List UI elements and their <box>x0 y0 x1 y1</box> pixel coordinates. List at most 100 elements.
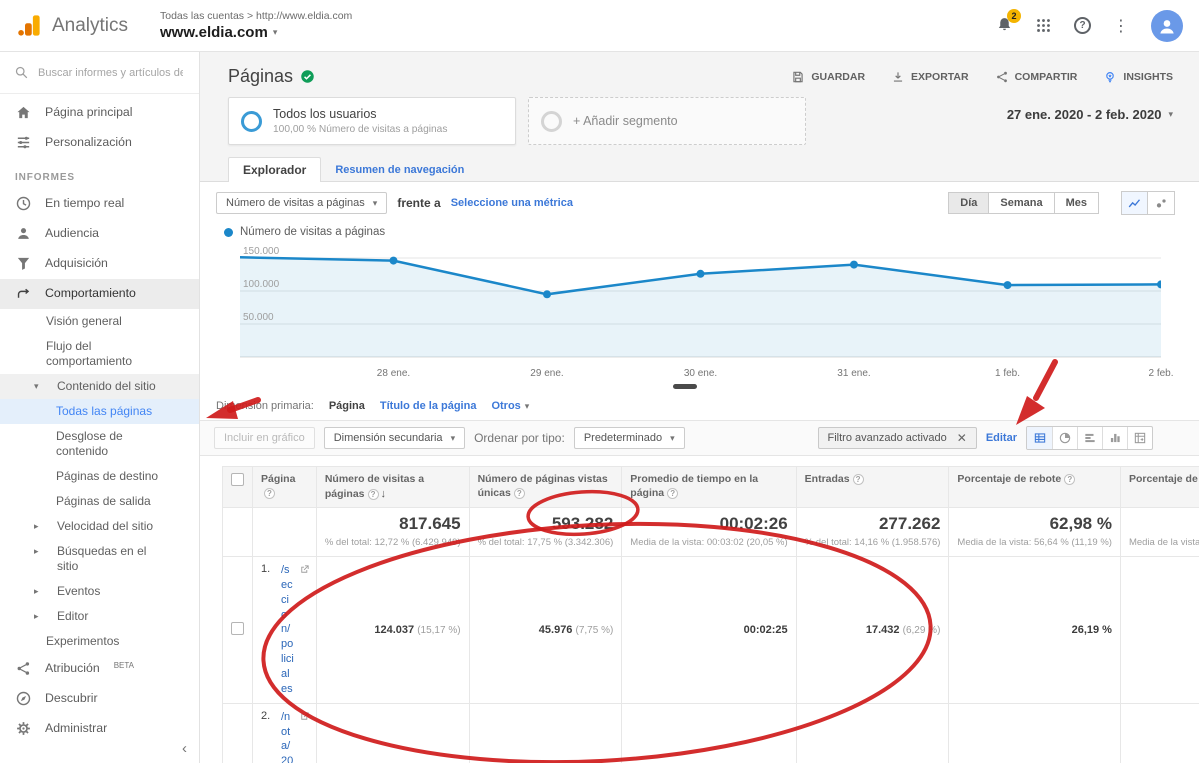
metric-cell: 00:02:36 <box>622 703 796 763</box>
external-link-icon[interactable] <box>299 711 310 725</box>
sidebar-item-flujo-del-comportamiento[interactable]: Flujo del comportamiento <box>0 334 199 374</box>
column-header-numero-de-paginas-vistas-unicas[interactable]: Número de páginas vistas únicas? <box>469 467 622 508</box>
sidebar-item-paginas-de-destino[interactable]: Páginas de destino <box>0 464 199 489</box>
help-icon[interactable]: ? <box>1064 474 1075 485</box>
sidebar-item-todas-las-paginas[interactable]: Todas las páginas <box>0 399 199 424</box>
tab-explorador[interactable]: Explorador <box>228 157 321 182</box>
add-segment-button[interactable]: + Añadir segmento <box>528 97 806 145</box>
pivot-view-button[interactable] <box>1127 427 1152 449</box>
sidebar-item-adquisicion[interactable]: Adquisición <box>0 249 199 279</box>
apps-grid-icon[interactable] <box>1035 17 1052 34</box>
page-link[interactable]: /seccion/policiales <box>281 563 294 697</box>
external-link-icon[interactable] <box>299 564 310 578</box>
search-input[interactable] <box>38 67 183 79</box>
column-header-promedio-de-tiempo-en-la-pagina[interactable]: Promedio de tiempo en la página? <box>622 467 796 508</box>
caret-right-icon: ▸ <box>34 521 44 532</box>
dimension-titulo-pagina[interactable]: Título de la página <box>380 400 477 412</box>
select-metric-link[interactable]: Seleccione una métrica <box>451 197 573 209</box>
sidebar-item-label: Búsquedas en el sitio <box>57 544 169 574</box>
help-icon[interactable]: ? <box>264 488 275 499</box>
granularity-dia[interactable]: Día <box>948 192 989 214</box>
edit-filter-link[interactable]: Editar <box>986 432 1017 444</box>
segment-ring-icon <box>241 111 262 132</box>
breadcrumb[interactable]: Todas las cuentas > http://www.eldia.com <box>160 10 352 22</box>
sidebar-search[interactable] <box>0 52 199 94</box>
sidebar-item-contenido-del-sitio[interactable]: ▾Contenido del sitio <box>0 374 199 399</box>
sidebar-item-pagina-principal[interactable]: Página principal <box>0 98 199 128</box>
column-header-porcentaje-de-salidas[interactable]: Porcentaje de salidas? <box>1120 467 1199 508</box>
property-selector[interactable]: www.eldia.com ▾ <box>160 24 352 41</box>
insights-button[interactable]: INSIGHTS <box>1103 70 1173 84</box>
chevron-down-icon: ▾ <box>451 433 456 444</box>
pie-view-icon <box>1058 431 1072 445</box>
exportar-button[interactable]: EXPORTAR <box>891 70 969 84</box>
column-header-entradas[interactable]: Entradas? <box>796 467 949 508</box>
percentage-view-button[interactable] <box>1052 427 1077 449</box>
column-header-pagina[interactable]: Página? <box>253 467 317 508</box>
sidebar-item-en-tiempo-real[interactable]: En tiempo real <box>0 189 199 219</box>
sort-type-dropdown[interactable]: Predeterminado ▾ <box>574 427 685 449</box>
sidebar-item-eventos[interactable]: ▸Eventos <box>0 579 199 604</box>
totals-subtext: Media de la vista: 00:03:02 (20,05 %) <box>630 537 787 550</box>
segment-all-users[interactable]: Todos los usuarios 100,00 % Número de vi… <box>228 97 516 145</box>
sidebar-item-administrar[interactable]: Administrar <box>0 714 199 744</box>
sidebar-item-comportamiento[interactable]: Comportamiento <box>0 279 199 309</box>
help-icon[interactable]: ? <box>368 489 379 500</box>
more-menu-icon[interactable]: ⋮ <box>1113 16 1129 36</box>
sidebar-item-vision-general[interactable]: Visión general <box>0 309 199 334</box>
sidebar-item-personalizacion[interactable]: Personalización <box>0 128 199 158</box>
performance-view-button[interactable] <box>1077 427 1102 449</box>
column-header-numero-de-visitas-a-paginas[interactable]: Número de visitas a páginas?↓ <box>316 467 469 508</box>
secondary-dimension-dropdown[interactable]: Dimensión secundaria ▾ <box>324 427 465 449</box>
sidebar-item-paginas-de-salida[interactable]: Páginas de salida <box>0 489 199 514</box>
sidebar-item-editor[interactable]: ▸Editor <box>0 604 199 629</box>
sidebar-item-desglose-de-contenido[interactable]: Desglose de contenido <box>0 424 199 464</box>
sidebar-item-audiencia[interactable]: Audiencia <box>0 219 199 249</box>
sidebar-item-experimentos[interactable]: Experimentos <box>0 629 199 654</box>
compartir-button[interactable]: COMPARTIR <box>995 70 1078 84</box>
metric-cell: 16.432 (5,93 %) <box>796 703 949 763</box>
sidebar-item-descubrir[interactable]: Descubrir <box>0 684 199 714</box>
granularity-semana[interactable]: Semana <box>989 192 1054 214</box>
granularity-mes[interactable]: Mes <box>1055 192 1099 214</box>
dimension-pagina[interactable]: Página <box>329 400 365 412</box>
totals-page-cell <box>253 508 317 557</box>
bar-view-icon <box>1083 431 1097 445</box>
help-icon[interactable]: ? <box>667 488 678 499</box>
clock-icon <box>15 195 32 212</box>
notifications-button[interactable]: 2 <box>996 16 1013 36</box>
select-all-checkbox[interactable] <box>231 473 244 486</box>
column-header-porcentaje-de-rebote[interactable]: Porcentaje de rebote? <box>949 467 1121 508</box>
dimension-otros[interactable]: Otros ▾ <box>491 400 529 412</box>
sidebar-collapse-button[interactable]: ‹ <box>182 740 187 757</box>
help-icon[interactable]: ? <box>853 474 864 485</box>
sort-descending-icon[interactable]: ↓ <box>381 488 387 500</box>
data-view-button[interactable] <box>1027 427 1052 449</box>
sidebar-item-label: Editor <box>57 609 88 624</box>
chart-scrollbar-thumb[interactable] <box>673 384 697 389</box>
analytics-logo-icon <box>16 12 43 39</box>
sidebar-item-atribucion[interactable]: AtribuciónBETA <box>0 654 199 684</box>
date-range-selector[interactable]: 27 ene. 2020 - 2 feb. 2020 ▾ <box>1007 97 1173 122</box>
analytics-logo[interactable]: Analytics <box>16 12 146 39</box>
row-checkbox[interactable] <box>231 622 244 635</box>
metric-selector-dropdown[interactable]: Número de visitas a páginas ▾ <box>216 192 387 214</box>
totals-value: 33,87 % <box>1129 514 1199 534</box>
sidebar-item-busquedas-en-el-sitio[interactable]: ▸Búsquedas en el sitio <box>0 539 199 579</box>
sidebar-item-label: Velocidad del sitio <box>57 519 153 534</box>
line-chart-view-button[interactable] <box>1121 191 1148 215</box>
guardar-button[interactable]: GUARDAR <box>791 70 865 84</box>
tab-resumen-navegacion[interactable]: Resumen de navegación <box>321 159 478 181</box>
close-icon[interactable]: ✕ <box>957 432 967 444</box>
page-link[interactable]: /nota/2020-1-27-2-37-40-otro-asesinato-e… <box>281 710 294 763</box>
sidebar-item-label: Descubrir <box>45 691 98 706</box>
help-icon[interactable]: ? <box>1074 17 1091 34</box>
sidebar-item-velocidad-del-sitio[interactable]: ▸ Velocidad del sitio <box>0 514 199 539</box>
comparison-view-button[interactable] <box>1102 427 1127 449</box>
help-icon[interactable]: ? <box>514 488 525 499</box>
motion-chart-view-button[interactable] <box>1148 191 1175 215</box>
sidebar-item-label: Adquisición <box>45 256 108 271</box>
advanced-filter-chip[interactable]: Filtro avanzado activado ✕ <box>818 427 977 449</box>
plot-rows-button[interactable]: Incluir en gráfico <box>214 427 315 449</box>
avatar[interactable] <box>1151 10 1183 42</box>
